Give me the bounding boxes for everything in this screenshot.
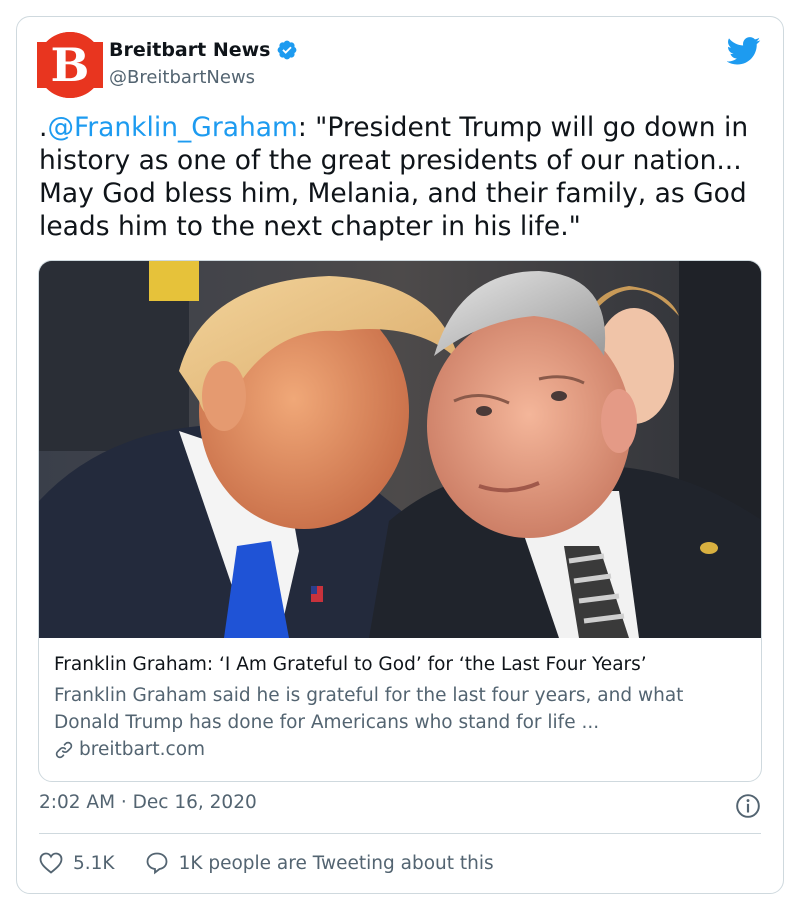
conversation-text[interactable]: 1K people are Tweeting about this: [179, 853, 494, 874]
divider: [39, 833, 761, 834]
tweet-card[interactable]: B Breitbart News @BreitbartNews .@Frankl…: [16, 16, 784, 894]
tweet-timestamp[interactable]: 2:02 AM · Dec 16, 2020: [39, 792, 257, 813]
breitbart-logo-icon: B: [37, 32, 103, 98]
link-description: Franklin Graham said he is grateful for …: [54, 685, 684, 733]
link-title[interactable]: Franklin Graham: ‘I Am Grateful to God’ …: [54, 653, 748, 677]
like-action[interactable]: 5.1K: [39, 852, 115, 874]
link-icon: [55, 741, 73, 758]
conversation-action[interactable]: 1K people are Tweeting about this: [145, 851, 494, 875]
mention-link[interactable]: @Franklin_Graham: [47, 112, 297, 143]
speech-bubble-icon[interactable]: [145, 851, 169, 875]
svg-text:B: B: [51, 38, 90, 92]
twitter-bird-icon[interactable]: [727, 37, 761, 65]
heart-icon[interactable]: [39, 852, 63, 874]
link-domain[interactable]: breitbart.com: [79, 736, 205, 763]
link-preview-card[interactable]: Franklin Graham: ‘I Am Grateful to God’ …: [38, 260, 762, 782]
author-handle[interactable]: @BreitbartNews: [109, 67, 255, 88]
like-count[interactable]: 5.1K: [73, 853, 115, 874]
info-icon[interactable]: [735, 793, 761, 819]
tweet-actions: 5.1K 1K people are Tweeting about this: [39, 849, 494, 877]
link-preview-meta[interactable]: Franklin Graham: ‘I Am Grateful to God’ …: [54, 653, 748, 763]
author-name-row[interactable]: Breitbart News: [109, 39, 298, 61]
verified-badge-icon: [278, 40, 297, 60]
tweet-text: .@Franklin_Graham: "President Trump will…: [39, 111, 769, 243]
avatar[interactable]: B: [37, 32, 103, 98]
author-name[interactable]: Breitbart News: [109, 39, 270, 61]
link-preview-image[interactable]: [39, 261, 762, 638]
link-domain-row[interactable]: breitbart.com: [54, 736, 748, 763]
